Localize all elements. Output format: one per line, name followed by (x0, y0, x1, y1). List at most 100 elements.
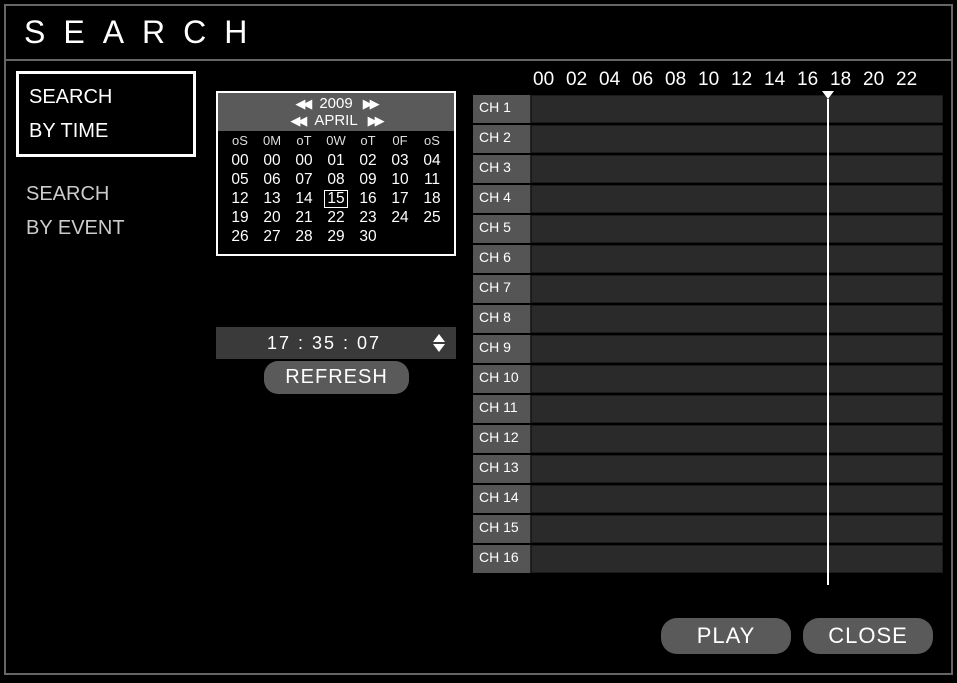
timeline-hour-label: 08 (665, 69, 698, 91)
calendar-day[interactable]: 07 (288, 171, 320, 189)
channel-row: CH 15 (473, 515, 943, 543)
calendar-day[interactable]: 12 (224, 190, 256, 208)
calendar-day[interactable]: 01 (320, 152, 352, 170)
calendar-day[interactable]: 04 (416, 152, 448, 170)
calendar-day[interactable]: 20 (256, 209, 288, 227)
channel-list: CH 1CH 2CH 3CH 4CH 5CH 6CH 7CH 8CH 9CH 1… (473, 95, 943, 573)
channel-track[interactable] (531, 395, 943, 423)
calendar-day[interactable]: 15 (320, 190, 352, 208)
calendar-day[interactable]: 26 (224, 228, 256, 246)
chevron-down-icon[interactable] (432, 343, 446, 353)
channel-label: CH 11 (473, 395, 531, 423)
calendar-day[interactable]: 29 (320, 228, 352, 246)
channel-row: CH 1 (473, 95, 943, 123)
channel-track[interactable] (531, 305, 943, 333)
calendar-day[interactable]: 27 (256, 228, 288, 246)
calendar-day[interactable]: 23 (352, 209, 384, 227)
channel-track[interactable] (531, 275, 943, 303)
channel-track[interactable] (531, 485, 943, 513)
channel-track[interactable] (531, 95, 943, 123)
calendar-day[interactable]: 19 (224, 209, 256, 227)
calendar-day[interactable]: 16 (352, 190, 384, 208)
channel-row: CH 12 (473, 425, 943, 453)
calendar-weekday: oT (352, 133, 384, 148)
channel-track[interactable] (531, 215, 943, 243)
channel-track[interactable] (531, 155, 943, 183)
calendar-day[interactable]: 13 (256, 190, 288, 208)
calendar-day[interactable]: 09 (352, 171, 384, 189)
calendar-year: 2009 (319, 95, 352, 112)
channel-row: CH 9 (473, 335, 943, 363)
year-prev-icon[interactable]: ◀◀ (295, 96, 309, 112)
calendar-grid: 0000000102030405060708091011121314151617… (218, 150, 454, 254)
channel-label: CH 2 (473, 125, 531, 153)
timeline-hour-label: 22 (896, 69, 929, 91)
calendar-day[interactable]: 30 (352, 228, 384, 246)
channel-label: CH 16 (473, 545, 531, 573)
channel-label: CH 13 (473, 455, 531, 483)
channel-track[interactable] (531, 335, 943, 363)
channel-track[interactable] (531, 455, 943, 483)
timeline-hour-label: 18 (830, 69, 863, 91)
close-button[interactable]: CLOSE (803, 618, 933, 654)
channel-row: CH 16 (473, 545, 943, 573)
channel-track[interactable] (531, 185, 943, 213)
channel-label: CH 12 (473, 425, 531, 453)
calendar-day[interactable]: 11 (416, 171, 448, 189)
channel-row: CH 13 (473, 455, 943, 483)
calendar-day[interactable]: 14 (288, 190, 320, 208)
calendar-weekday: oS (224, 133, 256, 148)
channel-row: CH 7 (473, 275, 943, 303)
timeline-hour-label: 02 (566, 69, 599, 91)
channel-track[interactable] (531, 365, 943, 393)
calendar-day[interactable]: 22 (320, 209, 352, 227)
calendar-day[interactable]: 10 (384, 171, 416, 189)
channel-track[interactable] (531, 515, 943, 543)
time-stepper[interactable]: 17 : 35 : 07 (216, 327, 456, 359)
calendar-weekday: 0M (256, 133, 288, 148)
timeline-hour-label: 14 (764, 69, 797, 91)
calendar-day[interactable]: 21 (288, 209, 320, 227)
play-button[interactable]: PLAY (661, 618, 791, 654)
year-next-icon[interactable]: ▶▶ (363, 96, 377, 112)
channel-label: CH 7 (473, 275, 531, 303)
calendar-day[interactable]: 24 (384, 209, 416, 227)
channel-label: CH 6 (473, 245, 531, 273)
calendar-day[interactable]: 00 (224, 152, 256, 170)
sidebar-item-search-by-event[interactable]: SEARCH BY EVENT (16, 171, 196, 251)
calendar-day[interactable]: 06 (256, 171, 288, 189)
month-prev-icon[interactable]: ◀◀ (290, 113, 304, 129)
channel-label: CH 10 (473, 365, 531, 393)
channel-label: CH 9 (473, 335, 531, 363)
calendar-day[interactable]: 17 (384, 190, 416, 208)
channel-track[interactable] (531, 245, 943, 273)
channel-label: CH 8 (473, 305, 531, 333)
calendar-weekday: oS (416, 133, 448, 148)
calendar-day[interactable]: 05 (224, 171, 256, 189)
chevron-up-icon[interactable] (432, 333, 446, 343)
calendar-day[interactable]: 18 (416, 190, 448, 208)
calendar-day[interactable]: 25 (416, 209, 448, 227)
channel-row: CH 8 (473, 305, 943, 333)
channel-label: CH 14 (473, 485, 531, 513)
calendar-day[interactable]: 03 (384, 152, 416, 170)
channel-row: CH 3 (473, 155, 943, 183)
month-next-icon[interactable]: ▶▶ (368, 113, 382, 129)
calendar-day[interactable]: 00 (256, 152, 288, 170)
channel-row: CH 2 (473, 125, 943, 153)
calendar-day[interactable]: 08 (320, 171, 352, 189)
timeline-hour-label: 20 (863, 69, 896, 91)
channel-label: CH 15 (473, 515, 531, 543)
timeline-hour-label: 00 (533, 69, 566, 91)
time-spinner[interactable] (432, 330, 452, 356)
refresh-button[interactable]: REFRESH (264, 361, 409, 394)
calendar-day[interactable]: 00 (288, 152, 320, 170)
calendar: ◀◀ 2009 ▶▶ ◀◀ APRIL ▶▶ oS0MoT0WoT0FoS 00… (216, 91, 456, 256)
sidebar-item-search-by-time[interactable]: SEARCH BY TIME (16, 71, 196, 157)
channel-track[interactable] (531, 125, 943, 153)
channel-track[interactable] (531, 425, 943, 453)
calendar-day[interactable]: 02 (352, 152, 384, 170)
timeline: 000204060810121416182022 CH 1CH 2CH 3CH … (473, 69, 943, 575)
channel-track[interactable] (531, 545, 943, 573)
calendar-day[interactable]: 28 (288, 228, 320, 246)
